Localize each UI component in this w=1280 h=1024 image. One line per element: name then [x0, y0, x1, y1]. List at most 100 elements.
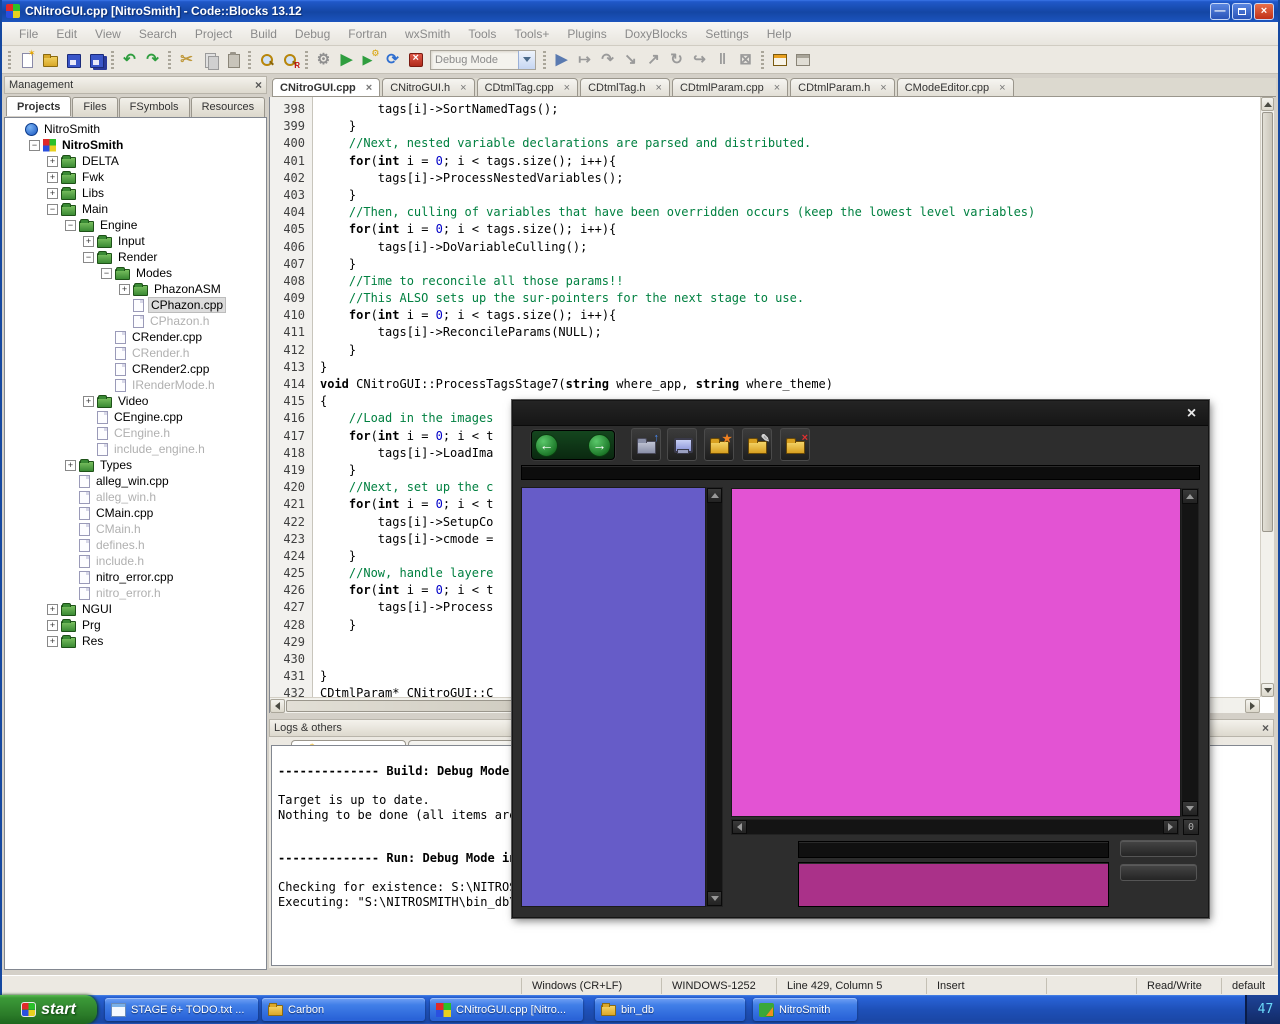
menu-view[interactable]: View [86, 24, 130, 44]
editor-tab-cnitrogui.cpp[interactable]: CNitroGUI.cpp× [272, 78, 380, 96]
tree-item-nitrosmith[interactable]: NitroSmith [5, 121, 266, 137]
close-tab-icon[interactable]: × [656, 82, 662, 94]
up-folder-button[interactable]: ↑ [631, 428, 661, 461]
tab-resources[interactable]: Resources [191, 97, 266, 117]
expand-icon[interactable]: + [47, 604, 58, 615]
scroll-down-icon[interactable] [1261, 683, 1274, 697]
next-instruction-button[interactable]: ↻ [665, 49, 688, 71]
text-input-field[interactable] [798, 841, 1109, 858]
scroll-right-icon[interactable] [1245, 699, 1260, 713]
tree-item-phazonasm[interactable]: +PhazonASM [5, 281, 266, 297]
logs-close-icon[interactable]: × [1262, 721, 1269, 735]
editor-tab-cdtmltag.h[interactable]: CDtmlTag.h× [580, 78, 670, 96]
build-target-select[interactable]: Debug Mode [430, 50, 536, 70]
chevron-down-icon[interactable] [518, 51, 535, 69]
tree-item-nitro-error-h[interactable]: nitro_error.h [5, 585, 266, 601]
pause-button[interactable]: ‖ [711, 49, 734, 71]
step-into-button[interactable]: ↘ [619, 49, 642, 71]
menu-edit[interactable]: Edit [47, 24, 86, 44]
tab-projects[interactable]: Projects [6, 96, 71, 116]
content-horizontal-scrollbar[interactable] [731, 819, 1179, 835]
close-tab-icon[interactable]: × [366, 82, 372, 94]
build-and-run-button[interactable] [358, 49, 381, 71]
various-info-button[interactable] [791, 49, 814, 71]
scroll-down-icon[interactable] [707, 891, 722, 906]
expand-icon[interactable]: + [119, 284, 130, 295]
tree-item-prg[interactable]: +Prg [5, 617, 266, 633]
taskbar-button-bin-db[interactable]: bin_db [595, 998, 745, 1021]
menu-help[interactable]: Help [758, 24, 801, 44]
editor-tab-cdtmlparam.cpp[interactable]: CDtmlParam.cpp× [672, 78, 788, 96]
step-out-button[interactable]: ↗ [642, 49, 665, 71]
tree-item-cengine-h[interactable]: CEngine.h [5, 425, 266, 441]
tab-files[interactable]: Files [72, 97, 117, 117]
collapse-icon[interactable]: − [29, 140, 40, 151]
abort-button[interactable] [404, 49, 427, 71]
editor-vertical-scrollbar[interactable] [1260, 97, 1274, 697]
tree-item-cmain-h[interactable]: CMain.h [5, 521, 266, 537]
scroll-up-icon[interactable] [1261, 97, 1274, 111]
taskbar-button-nitrosmith[interactable]: NitroSmith [753, 998, 857, 1021]
stop-debugger-button[interactable]: ⊠ [734, 49, 757, 71]
save-button[interactable] [61, 49, 84, 71]
collapse-icon[interactable]: − [83, 252, 94, 263]
start-button[interactable]: start [0, 995, 97, 1024]
tree-item-alleg-win-h[interactable]: alleg_win.h [5, 489, 266, 505]
tree-item-cphazon-h[interactable]: CPhazon.h [5, 313, 266, 329]
tree-item-cengine-cpp[interactable]: CEngine.cpp [5, 409, 266, 425]
menu-project[interactable]: Project [186, 24, 241, 44]
close-tab-icon[interactable]: × [999, 82, 1005, 94]
open-file-button[interactable] [38, 49, 61, 71]
editor-tab-cdtmltag.cpp[interactable]: CDtmlTag.cpp× [477, 78, 579, 96]
action-button-2[interactable] [1120, 864, 1197, 881]
tree-item-engine[interactable]: −Engine [5, 217, 266, 233]
editor-tab-cnitrogui.h[interactable]: CNitroGUI.h× [382, 78, 474, 96]
run-button[interactable]: ▶ [335, 49, 358, 71]
expand-icon[interactable]: + [83, 236, 94, 247]
left-file-list[interactable] [521, 487, 706, 907]
paste-button[interactable] [221, 49, 244, 71]
tree-item-nitro-error-cpp[interactable]: nitro_error.cpp [5, 569, 266, 585]
collapse-icon[interactable]: − [101, 268, 112, 279]
menu-search[interactable]: Search [130, 24, 186, 44]
close-tab-icon[interactable]: × [880, 82, 886, 94]
expand-icon[interactable]: + [47, 172, 58, 183]
rebuild-button[interactable]: ⟳ [381, 49, 404, 71]
rename-folder-button[interactable]: ✎ [742, 428, 772, 461]
tree-item-input[interactable]: +Input [5, 233, 266, 249]
tree-item-include-h[interactable]: include.h [5, 553, 266, 569]
tree-item-include-engine-h[interactable]: include_engine.h [5, 441, 266, 457]
tree-item-render[interactable]: −Render [5, 249, 266, 265]
menu-file[interactable]: File [10, 24, 47, 44]
tree-item-nitrosmith[interactable]: −NitroSmith [5, 137, 266, 153]
close-button[interactable]: × [1254, 3, 1274, 20]
taskbar-button-stage-6-todo-txt-[interactable]: STAGE 6+ TODO.txt ... [105, 998, 258, 1021]
step-into-instruction-button[interactable]: ↪ [688, 49, 711, 71]
new-folder-button[interactable]: ★ [704, 428, 734, 461]
computer-button[interactable] [667, 428, 697, 461]
delete-folder-button[interactable]: × [780, 428, 810, 461]
tree-item-cmain-cpp[interactable]: CMain.cpp [5, 505, 266, 521]
expand-icon[interactable]: + [47, 620, 58, 631]
forward-icon[interactable]: → [588, 434, 611, 457]
tree-item-crender2-cpp[interactable]: CRender2.cpp [5, 361, 266, 377]
tree-item-libs[interactable]: +Libs [5, 185, 266, 201]
tree-item-ngui[interactable]: +NGUI [5, 601, 266, 617]
menu-settings[interactable]: Settings [696, 24, 757, 44]
tree-item-types[interactable]: +Types [5, 457, 266, 473]
menu-build[interactable]: Build [241, 24, 286, 44]
close-tab-icon[interactable]: × [564, 82, 570, 94]
tree-item-defines-h[interactable]: defines.h [5, 537, 266, 553]
action-button-1[interactable] [1120, 840, 1197, 857]
undo-button[interactable]: ↶ [118, 49, 141, 71]
tree-item-fwk[interactable]: +Fwk [5, 169, 266, 185]
menu-doxyblocks[interactable]: DoxyBlocks [616, 24, 697, 44]
expand-icon[interactable]: + [65, 460, 76, 471]
scroll-up-icon[interactable] [707, 488, 722, 503]
vertical-scroll-thumb[interactable] [1262, 112, 1273, 532]
editor-tab-cmodeeditor.cpp[interactable]: CModeEditor.cpp× [897, 78, 1014, 96]
tree-item-main[interactable]: −Main [5, 201, 266, 217]
copy-button[interactable] [198, 49, 221, 71]
new-file-button[interactable] [15, 49, 38, 71]
find-button[interactable] [255, 49, 278, 71]
